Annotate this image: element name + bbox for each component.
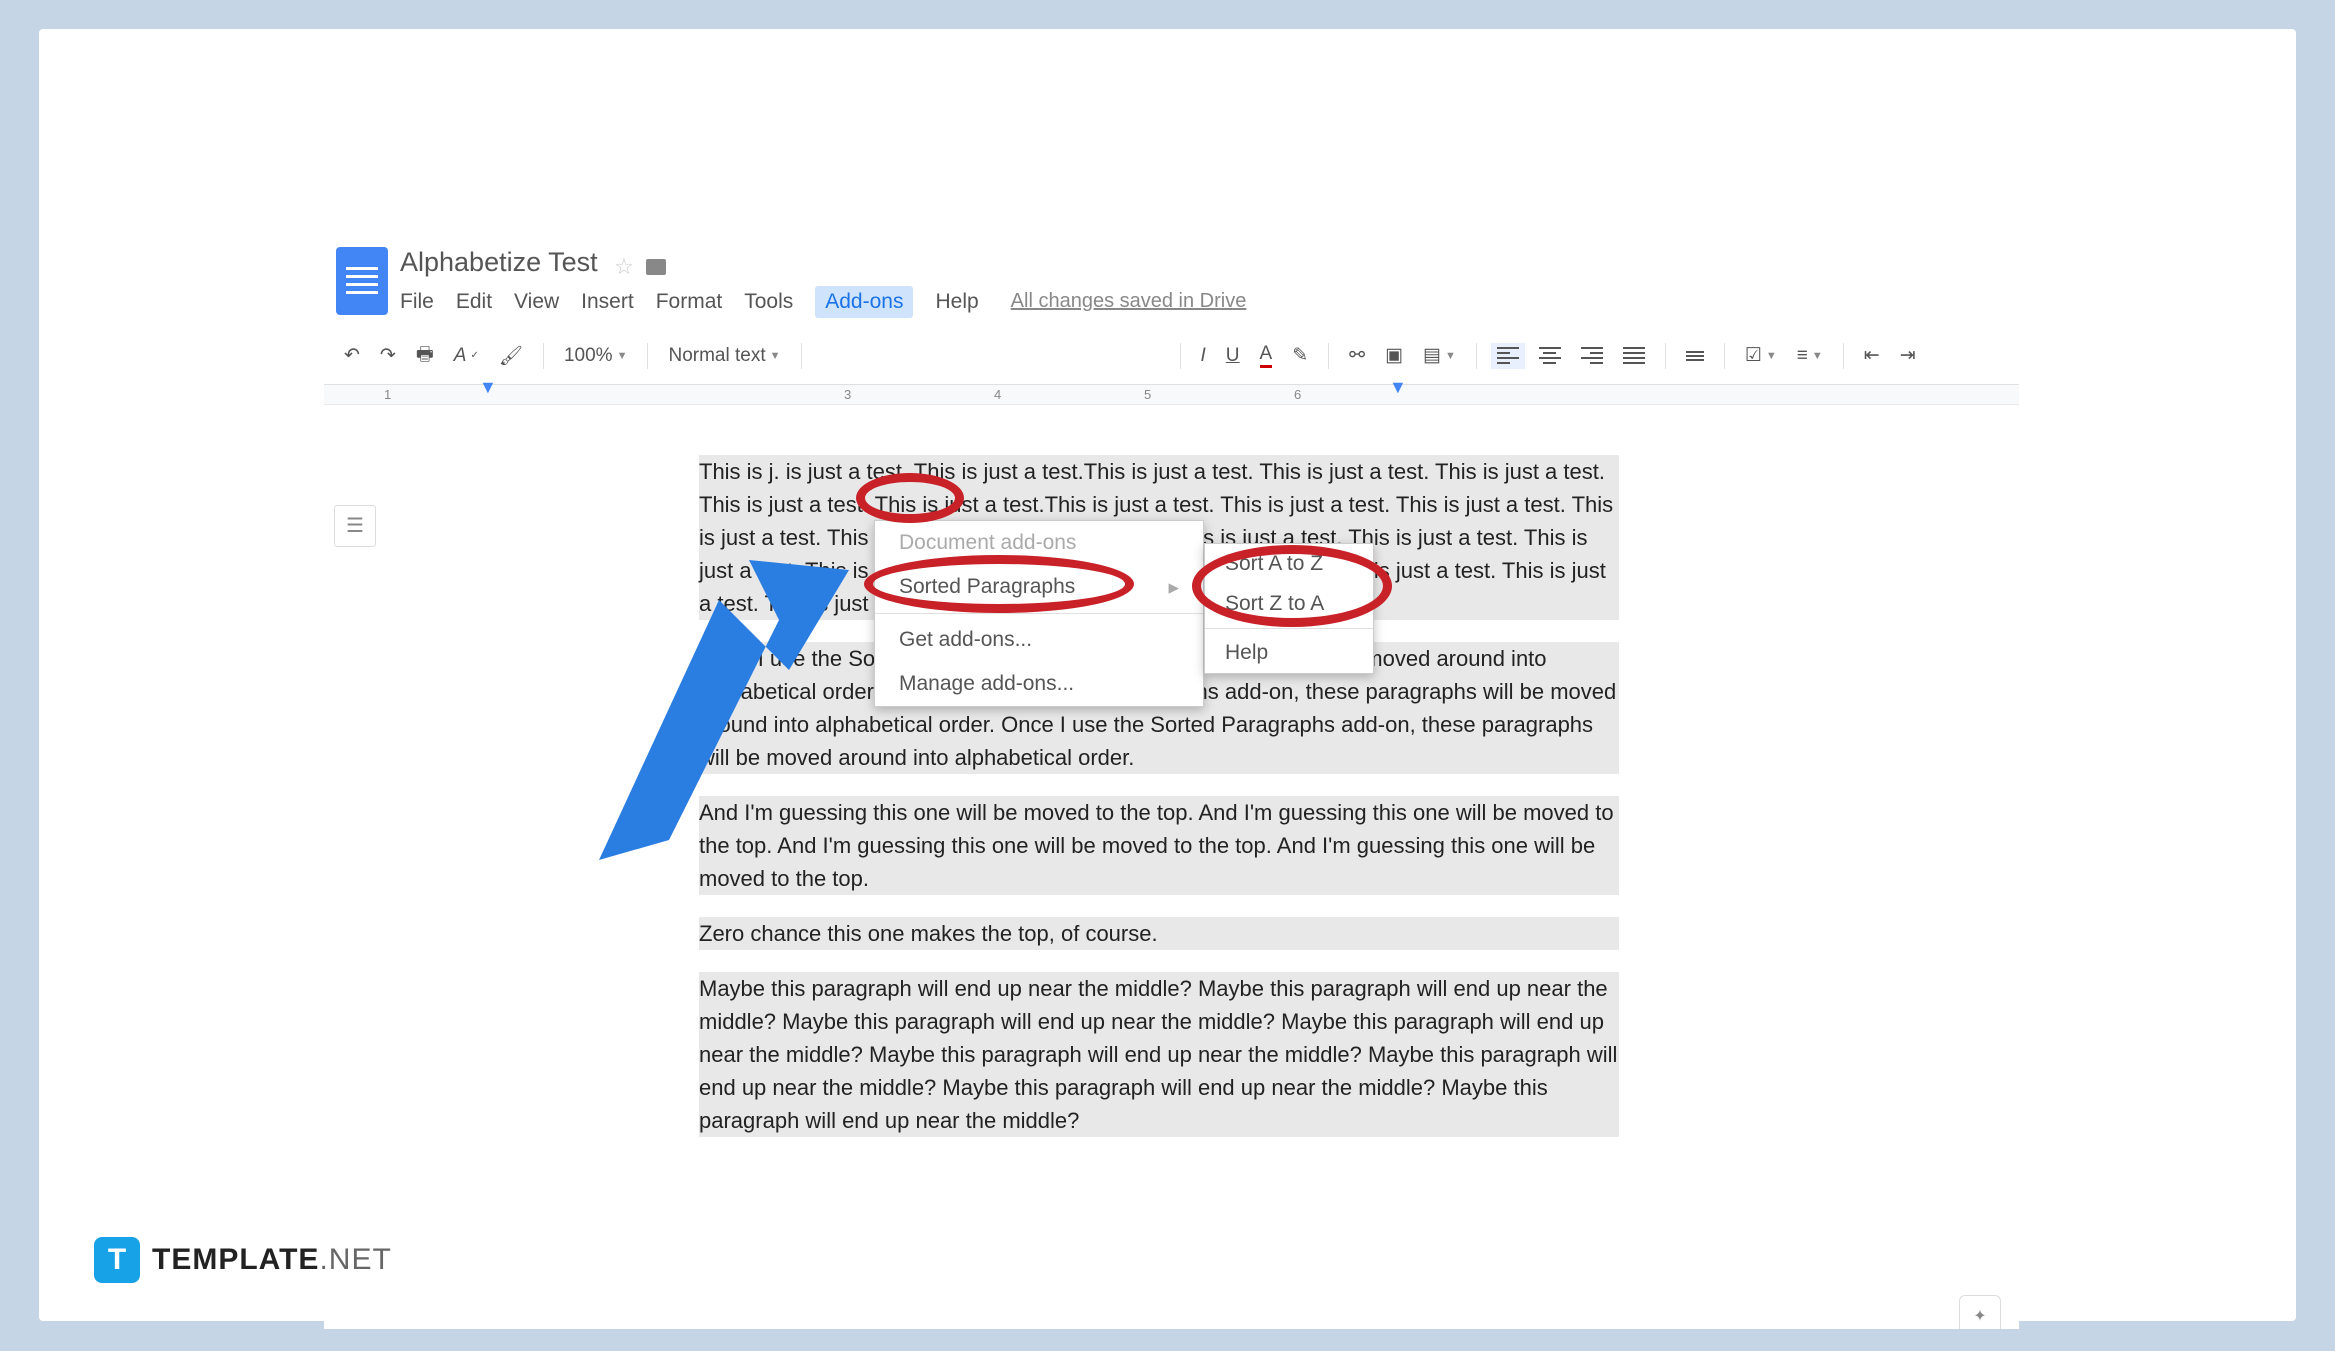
menu-help[interactable]: Help (935, 290, 978, 314)
menu-edit[interactable]: Edit (456, 290, 492, 314)
star-icon[interactable]: ☆ (614, 254, 634, 279)
addon-help-item[interactable]: Help (1205, 633, 1373, 673)
underline-button[interactable]: U (1220, 341, 1246, 371)
align-justify-button[interactable] (1617, 343, 1651, 369)
comment-button[interactable]: ▣ (1379, 340, 1409, 371)
menu-tools[interactable]: Tools (744, 290, 793, 314)
ruler-mark-4: 4 (994, 387, 1001, 402)
sort-z-to-a-item[interactable]: Sort Z to A (1205, 584, 1373, 624)
menu-bar: File Edit View Insert Format Tools Add-o… (400, 280, 2007, 328)
addons-dropdown: Document add-ons Sorted Paragraphs▸ Get … (874, 520, 1204, 707)
menu-format[interactable]: Format (656, 290, 723, 314)
sort-a-to-z-item[interactable]: Sort A to Z (1205, 544, 1373, 584)
bullet-list-button[interactable]: ≡ ▼ (1791, 341, 1829, 371)
document-title[interactable]: Alphabetize Test (400, 247, 598, 278)
explore-button[interactable]: ✦ (1959, 1295, 2001, 1329)
watermark: T TEMPLATE.NET (94, 1237, 392, 1283)
paint-format-button[interactable]: 🖌 (493, 340, 529, 372)
undo-button[interactable]: ↶ (338, 340, 366, 371)
folder-icon[interactable] (646, 259, 666, 275)
indent-decrease-button[interactable]: ⇤ (1858, 340, 1886, 371)
image-button[interactable]: ▤ ▼ (1417, 340, 1462, 371)
menu-file[interactable]: File (400, 290, 434, 314)
spellcheck-button[interactable]: A✓ (448, 341, 485, 371)
outline-button[interactable]: ☰ (334, 505, 376, 547)
print-button[interactable]: 🖶 (410, 336, 440, 376)
paragraph-3[interactable]: And I'm guessing this one will be moved … (699, 796, 1619, 895)
highlight-button[interactable]: ✎ (1286, 340, 1314, 371)
toolbar: ↶ ↷ 🖶 A✓ 🖌 100% ▼ Normal text ▼ I U A ✎ … (324, 328, 2019, 385)
align-right-button[interactable] (1575, 343, 1609, 369)
menu-insert[interactable]: Insert (581, 290, 634, 314)
watermark-text: TEMPLATE.NET (152, 1243, 392, 1277)
align-center-button[interactable] (1533, 343, 1567, 369)
text-color-button[interactable]: A (1254, 339, 1279, 372)
checklist-button[interactable]: ☑ ▼ (1739, 340, 1783, 371)
align-left-button[interactable] (1491, 343, 1525, 369)
get-addons-item[interactable]: Get add-ons... (875, 618, 1203, 662)
sorted-paragraphs-submenu: Sort A to Z Sort Z to A Help (1204, 543, 1374, 674)
line-spacing-button[interactable] (1680, 347, 1710, 365)
style-selector[interactable]: Normal text ▼ (662, 341, 786, 371)
watermark-logo-icon: T (94, 1237, 140, 1283)
manage-addons-item[interactable]: Manage add-ons... (875, 662, 1203, 706)
redo-button[interactable]: ↷ (374, 340, 402, 371)
indent-marker-icon[interactable]: ▼ (479, 377, 497, 398)
google-docs-window: Alphabetize Test ☆ File Edit View Insert… (324, 239, 2019, 1329)
menu-view[interactable]: View (514, 290, 559, 314)
ruler-mark-1: 1 (384, 387, 391, 402)
ruler-mark-5: 5 (1144, 387, 1151, 402)
ruler-mark-3: 3 (844, 387, 851, 402)
menu-addons[interactable]: Add-ons (815, 286, 913, 318)
zoom-selector[interactable]: 100% ▼ (558, 341, 634, 371)
indent-increase-button[interactable]: ⇥ (1894, 340, 1922, 371)
saved-status[interactable]: All changes saved in Drive (1011, 290, 1247, 313)
link-button[interactable]: ⚯ (1343, 340, 1371, 371)
docs-logo-icon[interactable] (336, 247, 388, 315)
dropdown-heading: Document add-ons (875, 521, 1203, 565)
ruler[interactable]: 1 ▼ 3 4 5 6 ▼ (324, 385, 2019, 405)
paragraph-5[interactable]: Maybe this paragraph will end up near th… (699, 972, 1619, 1137)
paragraph-4[interactable]: Zero chance this one makes the top, of c… (699, 917, 1619, 950)
ruler-mark-6: 6 (1294, 387, 1301, 402)
right-indent-marker-icon[interactable]: ▼ (1389, 377, 1407, 398)
italic-button[interactable]: I (1195, 341, 1212, 371)
sorted-paragraphs-item[interactable]: Sorted Paragraphs▸ (875, 565, 1203, 609)
